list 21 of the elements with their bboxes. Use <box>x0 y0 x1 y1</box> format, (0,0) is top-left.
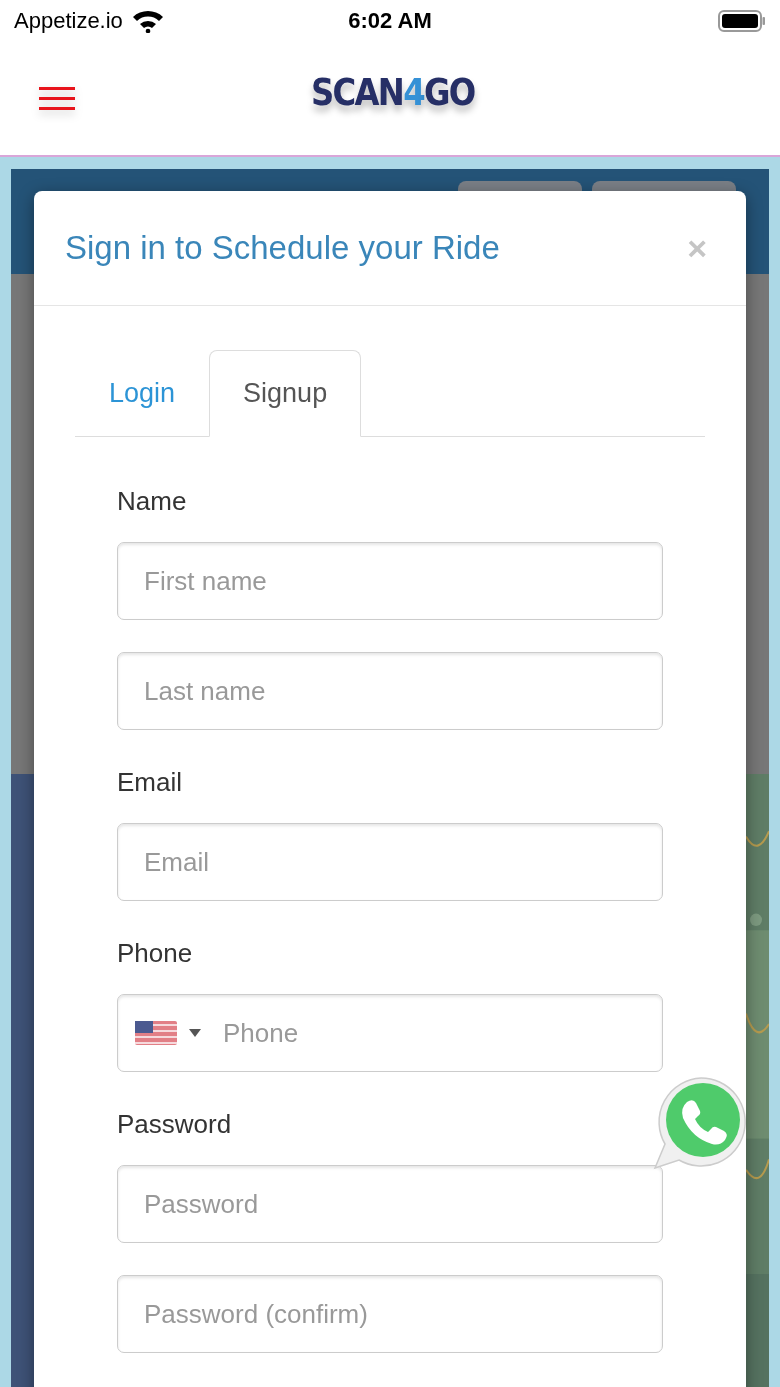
logo: SCAN4GO <box>311 70 475 114</box>
tab[interactable]: Login <box>75 350 210 437</box>
field-label: Phone <box>117 938 194 968</box>
carrier-name: Appetize.io <box>14 8 123 34</box>
input-field[interactable]: Password <box>117 1165 663 1243</box>
field-label: Password <box>117 1109 233 1139</box>
input-field[interactable]: Email <box>117 823 663 901</box>
close-button[interactable]: × <box>679 228 715 268</box>
caret-icon[interactable] <box>189 1029 201 1037</box>
input-field[interactable]: Last name <box>117 652 663 730</box>
field-label: Name <box>117 486 188 516</box>
clock-time: 6:02 AM <box>348 8 432 34</box>
tab[interactable]: Signup <box>209 350 362 437</box>
input-field[interactable]: First name <box>117 542 663 620</box>
flag-icon <box>135 1021 177 1045</box>
field-label: Email <box>117 767 183 797</box>
input-field[interactable]: Phone <box>221 1016 662 1050</box>
phone-field[interactable]: Phone <box>117 994 663 1072</box>
dialog-title: Sign in to Schedule your Ride <box>65 229 501 267</box>
input-field[interactable]: Password (confirm) <box>117 1275 663 1353</box>
battery-icon <box>718 9 766 33</box>
